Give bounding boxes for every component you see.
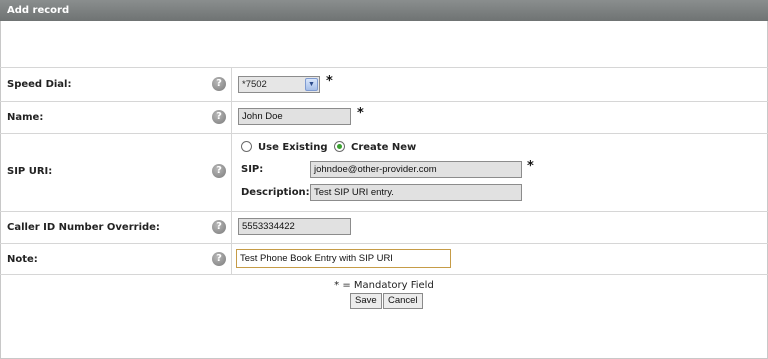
question-circle-icon[interactable]: ? xyxy=(212,220,226,234)
name-label: Name: xyxy=(7,112,44,123)
mandatory-field-note: * = Mandatory Field xyxy=(334,280,434,291)
required-marker: * xyxy=(357,106,364,121)
window-title: Add record xyxy=(0,0,768,21)
name-input[interactable]: John Doe xyxy=(238,108,351,125)
speed-dial-label: Speed Dial: xyxy=(7,79,72,90)
question-circle-icon[interactable]: ? xyxy=(212,164,226,178)
sip-label: SIP: xyxy=(241,164,264,175)
use-existing-radio[interactable] xyxy=(241,141,252,152)
create-new-radio[interactable] xyxy=(334,141,345,152)
speed-dial-select[interactable]: *7502 ▼ xyxy=(238,76,320,93)
caller-id-input[interactable]: 5553334422 xyxy=(238,218,351,235)
use-existing-label: Use Existing xyxy=(258,142,328,153)
required-marker: * xyxy=(527,159,534,174)
sip-uri-label: SIP URI: xyxy=(7,166,53,177)
speed-dial-value: *7502 xyxy=(242,79,267,90)
description-label: Description: xyxy=(241,187,310,198)
caller-id-label: Caller ID Number Override: xyxy=(7,222,160,233)
chevron-down-icon[interactable]: ▼ xyxy=(305,78,318,91)
note-label: Note: xyxy=(7,254,38,265)
note-input[interactable]: Test Phone Book Entry with SIP URI xyxy=(236,249,451,268)
required-marker: * xyxy=(326,74,333,89)
cancel-button[interactable]: Cancel xyxy=(383,293,423,309)
question-circle-icon[interactable]: ? xyxy=(212,77,226,91)
question-circle-icon[interactable]: ? xyxy=(212,252,226,266)
create-new-label: Create New xyxy=(351,142,417,153)
sip-input[interactable]: johndoe@other-provider.com xyxy=(310,161,522,178)
column-divider xyxy=(231,67,232,275)
row-name xyxy=(0,101,768,133)
description-input[interactable]: Test SIP URI entry. xyxy=(310,184,522,201)
save-button[interactable]: Save xyxy=(350,293,382,309)
question-circle-icon[interactable]: ? xyxy=(212,110,226,124)
row-speed-dial xyxy=(0,67,768,101)
